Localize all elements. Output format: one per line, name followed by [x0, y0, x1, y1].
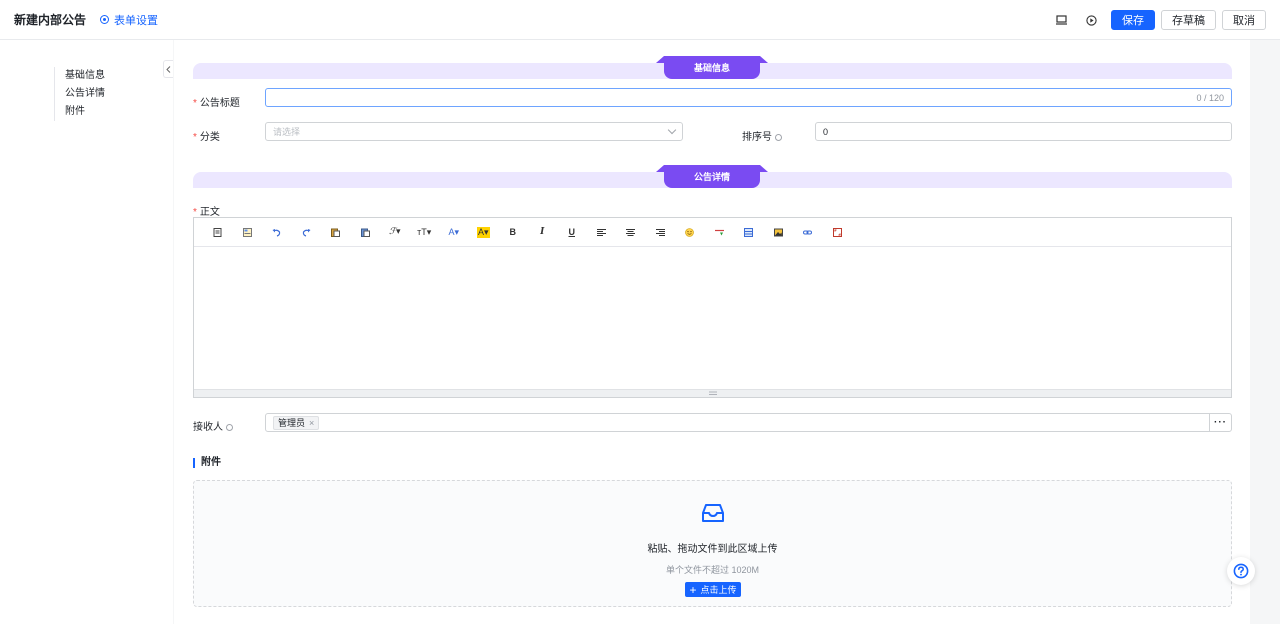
receiver-tag-label: 管理员	[278, 418, 306, 428]
sort-field-label: 排序号	[742, 128, 782, 143]
fullscreen-icon[interactable]	[823, 222, 853, 242]
form-body: 基础信息 * 公告标题 0 / 120 * 分类 请选择 排序号 0 公告详情 * 正…	[174, 40, 1250, 624]
link-icon[interactable]	[793, 222, 823, 242]
table-icon[interactable]	[734, 222, 764, 242]
sort-number-input[interactable]: 0	[815, 122, 1232, 141]
paste-text-icon[interactable]	[351, 222, 381, 242]
align-center-icon[interactable]	[616, 222, 646, 242]
source-icon[interactable]	[203, 222, 233, 242]
save-button[interactable]: 保存	[1111, 10, 1155, 30]
help-circle-icon[interactable]	[775, 133, 782, 141]
section-header-detail: 公告详情	[193, 165, 1232, 188]
align-left-icon[interactable]	[587, 222, 617, 242]
receiver-picker-button[interactable]: ···	[1209, 413, 1232, 432]
category-placeholder: 请选择	[273, 127, 301, 137]
font-family-icon[interactable]: ℱ▾	[380, 222, 410, 242]
attachments-heading: 附件	[193, 458, 221, 468]
required-mark: *	[193, 98, 197, 109]
click-upload-label: 点击上传	[700, 585, 737, 595]
close-icon[interactable]: ×	[309, 418, 314, 428]
play-preview-icon[interactable]	[1081, 10, 1101, 30]
page-header: 新建内部公告 表单设置 保存 存草稿 取消	[0, 0, 1280, 40]
highlight-icon[interactable]: A▾	[469, 222, 499, 242]
italic-icon[interactable]: I	[528, 222, 558, 242]
save-draft-button[interactable]: 存草稿	[1161, 10, 1216, 30]
question-circle-icon	[1233, 563, 1249, 579]
resize-grip-icon	[708, 391, 717, 395]
sort-number-value: 0	[823, 126, 829, 137]
align-right-icon[interactable]	[646, 222, 676, 242]
horizontal-rule-icon[interactable]	[705, 222, 735, 242]
receiver-tag: 管理员 ×	[273, 415, 320, 430]
bold-icon[interactable]: B	[498, 222, 528, 242]
plus-icon: +	[689, 582, 697, 597]
anchor-item-basic[interactable]: 基础信息	[65, 67, 105, 85]
page-title: 新建内部公告	[14, 13, 87, 27]
title-input[interactable]: 0 / 120	[265, 88, 1232, 107]
anchor-item-attachments[interactable]: 附件	[65, 103, 105, 121]
section-tab-basic: 基础信息	[656, 56, 768, 79]
left-anchor-nav: 基础信息 公告详情 附件	[0, 40, 173, 624]
editor-content-area[interactable]	[194, 247, 1231, 389]
section-tab-detail: 公告详情	[656, 165, 768, 188]
undo-icon[interactable]	[262, 222, 292, 242]
font-color-icon[interactable]: A▾	[439, 222, 469, 242]
title-field-label: * 公告标题	[193, 98, 240, 109]
highlight-letter: A▾	[476, 226, 490, 238]
editor-toolbar: ℱ▾ ᴛT▾ A▾ A▾ B I U	[194, 218, 1231, 247]
body-field-label: * 正文	[193, 207, 220, 218]
underline-icon[interactable]: U	[557, 222, 587, 242]
emoji-icon[interactable]	[675, 222, 705, 242]
anchor-menu: 基础信息 公告详情 附件	[54, 67, 105, 121]
form-settings-label: 表单设置	[114, 14, 159, 27]
category-field-label: * 分类	[193, 132, 220, 143]
template-icon[interactable]	[233, 222, 263, 242]
help-circle-icon[interactable]	[226, 423, 233, 431]
receiver-select[interactable]: 管理员 ×	[265, 413, 1210, 432]
receiver-field-label: 接收人	[193, 418, 233, 433]
header-actions: 保存 存草稿 取消	[1051, 0, 1266, 40]
click-upload-button[interactable]: + 点击上传	[685, 582, 741, 597]
desktop-preview-icon[interactable]	[1051, 10, 1071, 30]
rich-text-editor: ℱ▾ ᴛT▾ A▾ A▾ B I U	[193, 217, 1232, 398]
image-icon[interactable]	[764, 222, 794, 242]
redo-icon[interactable]	[292, 222, 322, 242]
cancel-button[interactable]: 取消	[1222, 10, 1266, 30]
paste-icon[interactable]	[321, 222, 351, 242]
help-floating-button[interactable]	[1227, 557, 1255, 585]
collapse-nav-button[interactable]	[163, 60, 173, 78]
chevron-left-icon	[166, 65, 171, 73]
upload-dropzone[interactable]: 粘贴、拖动文件到此区域上传 单个文件不超过 1020M + 点击上传	[193, 480, 1232, 607]
anchor-item-detail[interactable]: 公告详情	[65, 85, 105, 103]
editor-resize-handle[interactable]	[194, 389, 1231, 397]
required-mark: *	[193, 132, 197, 143]
page-gutter	[1250, 40, 1280, 624]
font-size-icon[interactable]: ᴛT▾	[410, 222, 440, 242]
upload-instructions: 粘贴、拖动文件到此区域上传	[647, 544, 778, 555]
title-char-counter: 0 / 120	[1196, 92, 1224, 103]
form-settings-link[interactable]: 表单设置	[100, 12, 158, 28]
chevron-down-icon	[667, 125, 677, 135]
category-select[interactable]: 请选择	[265, 122, 683, 141]
section-header-basic: 基础信息	[193, 56, 1232, 79]
upload-size-limit: 单个文件不超过 1020M	[665, 565, 760, 575]
gear-icon	[100, 15, 110, 24]
inbox-tray-icon	[702, 504, 724, 522]
